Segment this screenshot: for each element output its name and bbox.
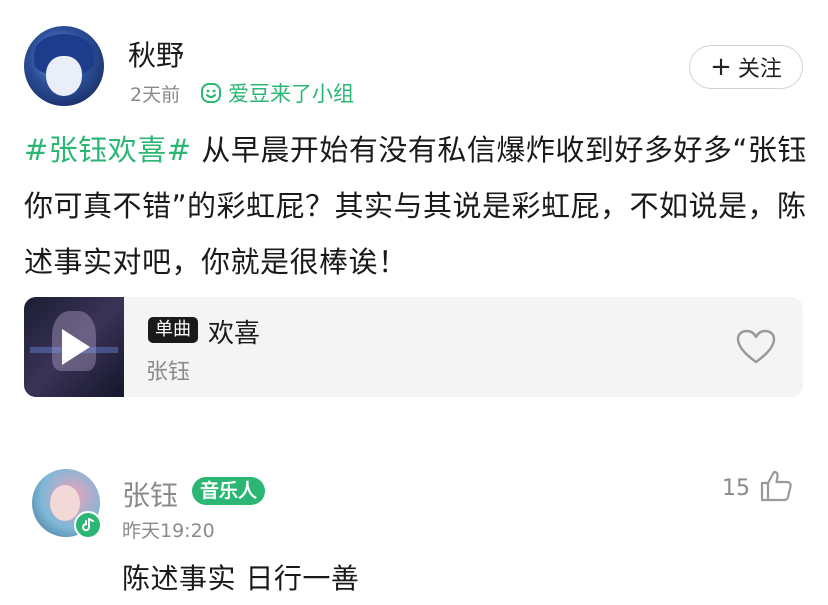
song-title: 欢喜 [208,319,261,349]
author-name[interactable]: 秋野 [128,34,184,74]
play-icon[interactable] [62,329,90,365]
like-count: 15 [722,476,750,501]
album-cover[interactable] [24,297,124,397]
musician-verified-icon [74,511,102,539]
comment-time: 昨天19:20 [122,520,215,542]
author-avatar[interactable] [24,26,104,106]
single-badge: 单曲 [148,317,198,343]
comment-text: 陈述事实 日行一善 [122,562,360,595]
post-time: 2天前 [130,84,181,106]
hashtag-link[interactable]: #张钰欢喜# [24,133,192,167]
group-smile-icon [201,83,221,103]
follow-label: 关注 [737,57,782,82]
follow-button[interactable]: + 关注 [689,45,803,89]
heart-icon[interactable] [736,329,776,365]
plus-icon: + [710,52,732,82]
post-body: #张钰欢喜# 从早晨开始有没有私信爆炸收到好多好多“张钰你可真不错”的彩虹屁？其… [24,122,814,290]
commenter-name[interactable]: 张钰 [122,474,178,514]
music-card[interactable]: 单曲 欢喜 张钰 [24,297,803,397]
musician-badge: 音乐人 [192,477,266,505]
group-name: 爱豆来了小组 [228,82,354,106]
song-artist: 张钰 [146,360,191,385]
thumbs-up-icon[interactable] [758,468,794,504]
group-link[interactable]: 爱豆来了小组 [200,78,354,108]
